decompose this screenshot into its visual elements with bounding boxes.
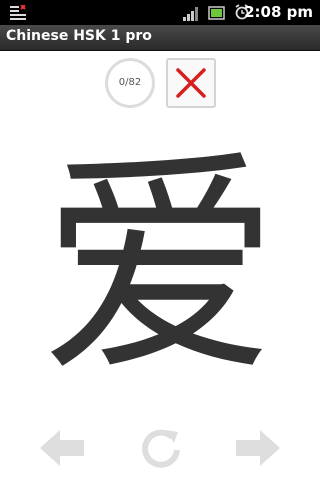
title-bar: Chinese HSK 1 pro bbox=[0, 25, 320, 51]
battery-icon bbox=[208, 5, 226, 24]
signal-icon bbox=[183, 6, 201, 25]
previous-button[interactable] bbox=[36, 424, 88, 472]
flashcard-character[interactable]: 爱 bbox=[0, 128, 320, 408]
progress-counter: 0/82 bbox=[105, 58, 155, 108]
status-bar: 2:08 pm bbox=[0, 0, 320, 25]
close-icon bbox=[176, 68, 206, 98]
arrow-right-icon bbox=[236, 430, 280, 466]
arrow-left-icon bbox=[40, 430, 84, 466]
close-button[interactable] bbox=[166, 58, 216, 108]
reload-button[interactable] bbox=[136, 424, 188, 472]
app-title: Chinese HSK 1 pro bbox=[6, 28, 152, 44]
next-button[interactable] bbox=[232, 424, 284, 472]
menu-icon bbox=[10, 4, 26, 25]
refresh-icon bbox=[142, 429, 180, 468]
status-time: 2:08 pm bbox=[244, 3, 313, 21]
